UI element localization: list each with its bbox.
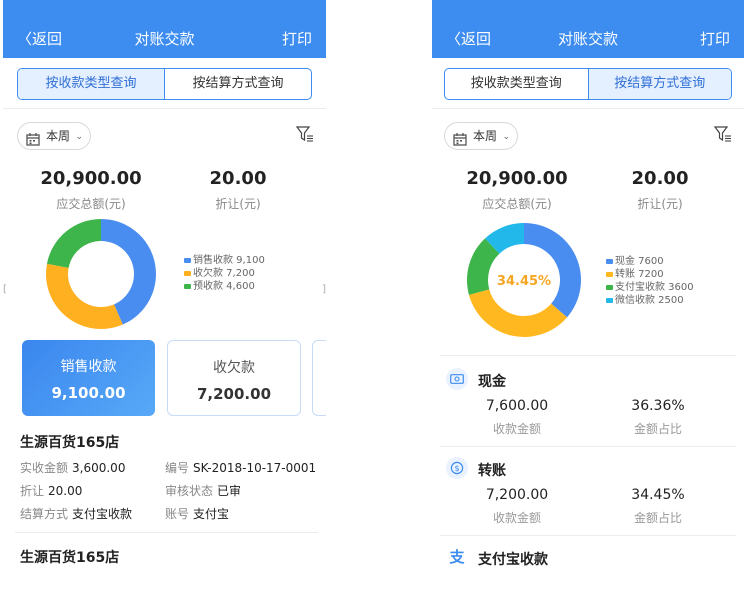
legend-swatch (184, 271, 191, 276)
tab-by-settlement-method[interactable]: 按结算方式查询 (587, 69, 731, 99)
print-button[interactable]: 打印 (282, 28, 312, 49)
tab-by-payment-type[interactable]: 按收款类型查询 (18, 69, 164, 99)
filter-icon[interactable] (295, 125, 314, 147)
legend-item: 支付宝收款 3600 (606, 281, 694, 294)
calendar-icon (26, 129, 40, 155)
nav-bar: 〈返回 对账交款 打印 (3, 0, 326, 58)
svg-text:$: $ (454, 464, 459, 473)
method-name: 支付宝收款 (478, 552, 548, 568)
record-store-name: 生源百货165店 (20, 435, 120, 451)
legend-swatch (606, 272, 613, 277)
divider (3, 108, 326, 109)
discount-amount: 20.00 (209, 168, 267, 189)
alipay-icon: 支 (446, 546, 468, 568)
method-amount: 7,600.00 (485, 398, 549, 414)
period-dropdown[interactable]: 本周 ⌄ (17, 122, 91, 150)
page-title: 对账交款 (134, 30, 195, 48)
settlement-method: 结算方式 支付宝收款 (20, 507, 133, 521)
payment-type-donut-chart (46, 219, 157, 329)
calendar-icon (453, 129, 467, 155)
legend-item: 收欠款 7,200 (184, 267, 265, 280)
legend-item: 转账 7200 (606, 268, 694, 281)
method-name: 转账 (478, 463, 506, 479)
carousel-edge-left: [ (3, 284, 7, 295)
cash-icon (446, 368, 468, 390)
card-arrears-receipt[interactable]: 收欠款 7,200.00 (167, 340, 301, 416)
total-amount: 20,900.00 (466, 168, 568, 189)
legend-item: 销售收款 9,100 (184, 254, 265, 267)
card-label: 销售收款 (60, 359, 117, 375)
account: 账号 支付宝 (165, 507, 230, 521)
donut-slice-2[interactable] (46, 263, 123, 329)
settlement-method-donut-chart: 34.45% (467, 223, 581, 337)
period-label: 本周 (46, 129, 71, 143)
screen-by-settlement-method: 〈返回 对账交款 打印 按收款类型查询 按结算方式查询 本周 ⌄ 20,900.… (432, 0, 744, 596)
discount-label: 折让(元) (637, 197, 683, 211)
divider (440, 535, 736, 536)
divider (440, 355, 736, 356)
method-amount-label: 收款金额 (492, 511, 541, 525)
query-mode-switch: 按收款类型查询 按结算方式查询 (444, 68, 732, 100)
transfer-icon: $ (446, 457, 468, 479)
method-ratio-label: 金额占比 (633, 511, 682, 525)
method-name: 现金 (478, 374, 506, 390)
legend-swatch (606, 298, 613, 303)
donut-slice-2[interactable] (468, 289, 568, 337)
chevron-down-icon: ⌄ (502, 132, 510, 142)
method-ratio-label: 金额占比 (633, 422, 682, 436)
record-store-name: 生源百货165店 (20, 550, 120, 566)
received-amount: 实收金额 3,600.00 (20, 461, 126, 475)
card-label: 收欠款 (213, 360, 255, 376)
legend-swatch (606, 285, 613, 290)
period-dropdown[interactable]: 本周 ⌄ (444, 122, 518, 150)
legend-swatch (184, 284, 191, 289)
divider (440, 446, 736, 447)
card-value: 9,100.00 (51, 384, 126, 402)
discount-label: 折让(元) (215, 197, 261, 211)
legend-swatch (184, 258, 191, 263)
method-amount: 7,200.00 (485, 487, 549, 503)
legend-item: 现金 7600 (606, 255, 694, 268)
query-mode-switch: 按收款类型查询 按结算方式查询 (17, 68, 312, 100)
donut-slice-1[interactable] (524, 223, 581, 318)
carousel-edge-right: ] (322, 284, 326, 295)
total-amount-label: 应交总额(元) (56, 197, 126, 211)
method-ratio: 34.45% (631, 487, 685, 503)
audit-status: 审核状态 已审 (165, 484, 242, 498)
nav-bar: 〈返回 对账交款 打印 (432, 0, 744, 58)
donut-center-label: 34.45% (497, 274, 551, 289)
discount-amount: 20.00 (631, 168, 689, 189)
record-number: 编号 SK-2018-10-17-0001 (165, 461, 317, 475)
method-amount-label: 收款金额 (492, 422, 541, 436)
card-value: 7,200.00 (196, 385, 272, 403)
legend-item: 微信收款 2500 (606, 294, 694, 307)
total-amount: 20,900.00 (40, 168, 142, 189)
chart-legend: 销售收款 9,100 收欠款 7,200 预收款 4,600 (184, 254, 265, 293)
screen-by-payment-type: 〈返回 对账交款 打印 按收款类型查询 按结算方式查询 本周 ⌄ 20,900.… (3, 0, 326, 596)
card-advance-receipt-partial[interactable] (312, 340, 326, 416)
total-amount-label: 应交总额(元) (482, 197, 552, 211)
chart-legend: 现金 7600 转账 7200 支付宝收款 3600 微信收款 2500 (606, 255, 694, 307)
chevron-down-icon: ⌄ (75, 132, 83, 142)
card-sales-receipt[interactable]: 销售收款 9,100.00 (22, 340, 155, 416)
donut-slice-3[interactable] (46, 219, 101, 268)
page-title: 对账交款 (557, 30, 618, 48)
legend-item: 预收款 4,600 (184, 280, 265, 293)
tab-by-settlement-method[interactable]: 按结算方式查询 (164, 69, 311, 99)
period-label: 本周 (473, 129, 498, 143)
divider (15, 532, 318, 533)
method-ratio: 36.36% (631, 398, 685, 414)
filter-icon[interactable] (713, 125, 732, 147)
tab-by-payment-type[interactable]: 按收款类型查询 (445, 69, 588, 99)
record-discount: 折让 20.00 (20, 484, 83, 498)
divider (432, 108, 744, 109)
legend-swatch (606, 259, 613, 264)
print-button[interactable]: 打印 (700, 28, 730, 49)
